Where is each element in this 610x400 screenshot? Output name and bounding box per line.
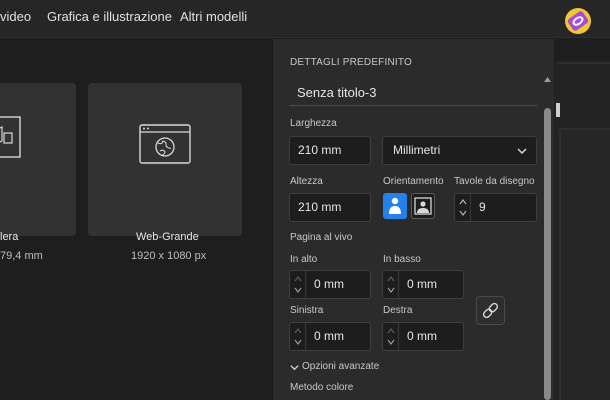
link-bleed-button[interactable] <box>476 296 505 325</box>
preset-size: 1920 x 1080 px <box>131 250 207 262</box>
color-mode-label: Metodo colore <box>290 382 354 393</box>
chevron-down-icon[interactable] <box>387 286 395 294</box>
orientation-label: Orientamento <box>383 176 444 187</box>
bleed-right-stepper[interactable]: 0 mm <box>382 322 464 351</box>
stepper-arrows[interactable] <box>290 323 306 350</box>
preset-size: 79,4 mm <box>0 250 43 262</box>
portrait-orientation-button[interactable] <box>383 193 407 219</box>
preset-gallery: lera 79,4 mm Web-Grande 1920 x 1080 px <box>0 39 272 400</box>
stepper-arrows[interactable] <box>455 194 471 221</box>
chevron-up-icon[interactable] <box>387 327 395 335</box>
artboards-label: Tavole da disegno <box>454 176 535 187</box>
tab-altri-modelli[interactable]: Altri modelli <box>180 9 247 24</box>
bleed-top-stepper[interactable]: 0 mm <box>289 270 371 299</box>
height-label: Altezza <box>290 176 323 187</box>
bleed-bottom-label: In basso <box>383 254 421 265</box>
bleed-bottom-stepper[interactable]: 0 mm <box>382 270 464 299</box>
bleed-left-label: Sinistra <box>290 305 324 316</box>
units-select[interactable]: Millimetri <box>382 136 537 165</box>
background-dialog-frame <box>554 61 610 400</box>
chevron-up-icon[interactable] <box>294 275 302 283</box>
chevron-down-icon[interactable] <box>294 338 302 346</box>
link-icon <box>482 302 499 319</box>
scroll-up-arrow-icon[interactable] <box>543 76 552 83</box>
preset-name: Web-Grande <box>136 231 199 243</box>
preset-card-partial[interactable]: lera 79,4 mm <box>0 83 76 262</box>
chevron-down-icon[interactable] <box>387 338 395 346</box>
panel-header: DETTAGLI PREDEFINITO <box>290 57 412 68</box>
bleed-label: Pagina al vivo <box>290 232 353 243</box>
preset-details-panel: DETTAGLI PREDEFINITO Senza titolo-3 Larg… <box>272 39 554 400</box>
preset-name: lera <box>0 231 19 243</box>
chevron-up-icon[interactable] <box>294 327 302 335</box>
document-title-input[interactable]: Senza titolo-3 <box>289 79 537 106</box>
width-label: Larghezza <box>290 118 337 129</box>
width-input[interactable]: 210 mm <box>289 136 371 165</box>
bleed-bottom-value: 0 mm <box>407 277 437 291</box>
stepper-arrows[interactable] <box>383 323 399 350</box>
panel-scrollbar-thumb[interactable] <box>544 108 551 400</box>
background-dialog-edge <box>554 39 610 400</box>
stepper-arrows[interactable] <box>383 271 399 298</box>
bleed-top-value: 0 mm <box>314 277 344 291</box>
preset-card-web-grande[interactable]: Web-Grande 1920 x 1080 px <box>88 83 242 262</box>
units-select-value: Millimetri <box>393 143 441 157</box>
document-preset-icon <box>0 116 21 158</box>
chevron-up-icon[interactable] <box>387 275 395 283</box>
bleed-left-stepper[interactable]: 0 mm <box>289 322 371 351</box>
landscape-icon <box>414 197 432 215</box>
artboards-stepper[interactable]: 9 <box>454 193 537 222</box>
landscape-orientation-button[interactable] <box>411 193 435 219</box>
height-input[interactable]: 210 mm <box>289 193 371 222</box>
chevron-down-icon <box>290 365 299 371</box>
tab-video[interactable]: video <box>0 9 31 24</box>
web-browser-icon <box>139 124 191 164</box>
advanced-options-label: Opzioni avanzate <box>302 361 380 372</box>
chevron-up-icon[interactable] <box>459 198 467 206</box>
template-category-tabs: video Grafica e illustrazione Altri mode… <box>0 0 610 38</box>
bleed-top-label: In alto <box>290 254 318 265</box>
tab-grafica-illustrazione[interactable]: Grafica e illustrazione <box>47 9 172 24</box>
chevron-down-icon[interactable] <box>459 209 467 217</box>
chevron-down-icon[interactable] <box>294 286 302 294</box>
artboards-value: 9 <box>479 200 486 214</box>
bleed-right-label: Destra <box>383 305 413 316</box>
user-avatar[interactable] <box>565 8 591 34</box>
chevron-down-icon <box>517 148 527 155</box>
portrait-icon <box>389 197 401 214</box>
bleed-right-value: 0 mm <box>407 329 437 343</box>
bleed-left-value: 0 mm <box>314 329 344 343</box>
stepper-arrows[interactable] <box>290 271 306 298</box>
